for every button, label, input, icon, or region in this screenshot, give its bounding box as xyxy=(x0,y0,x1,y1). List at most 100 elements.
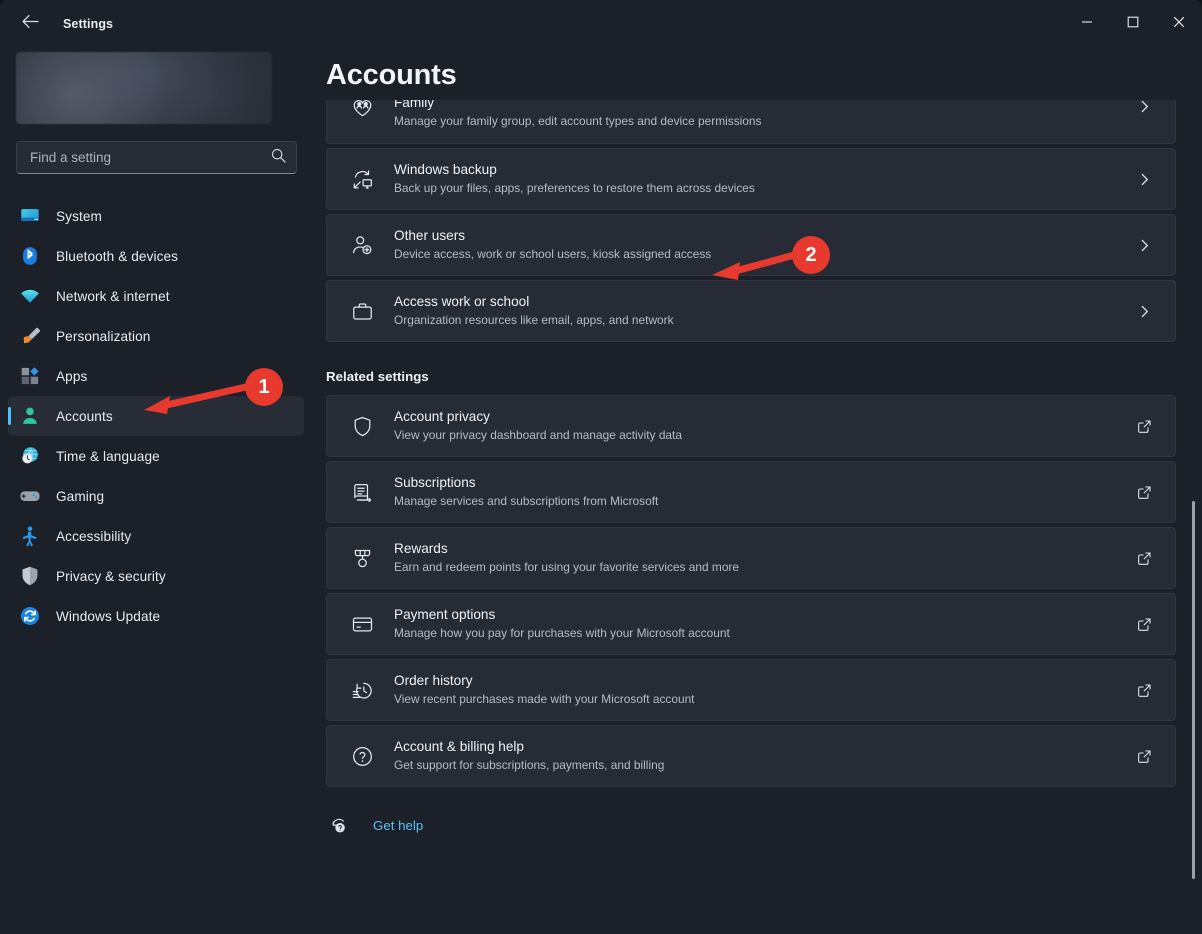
card-title: Other users xyxy=(394,228,466,243)
maximize-button[interactable] xyxy=(1110,0,1156,48)
user-profile-banner[interactable] xyxy=(16,52,272,124)
card-title: Order history xyxy=(394,673,473,688)
backup-icon xyxy=(347,168,377,191)
card-family[interactable]: Family Manage your family group, edit ac… xyxy=(326,100,1176,144)
person-icon xyxy=(18,404,42,428)
card-subtitle: Manage services and subscriptions from M… xyxy=(394,494,659,508)
card-title: Subscriptions xyxy=(394,475,476,490)
sidebar-item-label: Personalization xyxy=(56,328,151,344)
maximize-icon xyxy=(1127,15,1139,33)
sidebar-item-privacy-security[interactable]: Privacy & security xyxy=(8,556,304,596)
accessibility-icon xyxy=(18,524,42,548)
card-payment-options[interactable]: Payment options Manage how you pay for p… xyxy=(326,593,1176,655)
shield-icon xyxy=(18,564,42,588)
external-link-icon[interactable] xyxy=(1131,551,1157,566)
card-order-history[interactable]: Order history View recent purchases made… xyxy=(326,659,1176,721)
get-help-label: Get help xyxy=(373,818,424,833)
card-subtitle: Manage your family group, edit account t… xyxy=(394,114,762,128)
sidebar-item-apps[interactable]: Apps xyxy=(8,356,304,396)
card-windows-backup[interactable]: Windows backup Back up your files, apps,… xyxy=(326,148,1176,210)
apps-grid-icon xyxy=(18,364,42,388)
card-subtitle: View recent purchases made with your Mic… xyxy=(394,692,695,706)
wifi-icon xyxy=(18,284,42,308)
sidebar-item-bluetooth-devices[interactable]: Bluetooth & devices xyxy=(8,236,304,276)
card-subtitle: Device access, work or school users, kio… xyxy=(394,247,712,261)
card-title: Account & billing help xyxy=(394,739,524,754)
get-help-link[interactable]: Get help xyxy=(326,816,423,835)
sidebar: System Bluetooth & devices xyxy=(0,48,312,934)
card-access-work-or-school[interactable]: Access work or school Organization resou… xyxy=(326,280,1176,342)
chevron-right-icon[interactable] xyxy=(1131,100,1157,113)
medal-icon xyxy=(347,547,377,570)
bluetooth-icon xyxy=(18,244,42,268)
paintbrush-icon xyxy=(18,324,42,348)
sidebar-item-windows-update[interactable]: Windows Update xyxy=(8,596,304,636)
sidebar-item-gaming[interactable]: Gaming xyxy=(8,476,304,516)
close-button[interactable] xyxy=(1156,0,1202,48)
card-text: Order history View recent purchases made… xyxy=(394,672,1131,708)
sidebar-item-label: Accessibility xyxy=(56,528,132,544)
subscription-doc-icon xyxy=(347,481,377,504)
sidebar-item-label: Gaming xyxy=(56,488,105,504)
card-title: Family xyxy=(394,100,435,110)
external-link-icon[interactable] xyxy=(1131,419,1157,434)
card-title: Rewards xyxy=(394,541,448,556)
sidebar-item-accessibility[interactable]: Accessibility xyxy=(8,516,304,556)
card-rewards[interactable]: Rewards Earn and redeem points for using… xyxy=(326,527,1176,589)
card-other-users[interactable]: Other users Device access, work or schoo… xyxy=(326,214,1176,276)
window-controls xyxy=(1064,0,1202,48)
card-text: Windows backup Back up your files, apps,… xyxy=(394,161,1131,197)
globe-clock-icon xyxy=(18,444,42,468)
main-scrollbar[interactable] xyxy=(1188,103,1200,933)
card-subtitle: View your privacy dashboard and manage a… xyxy=(394,428,682,442)
sidebar-item-label: Apps xyxy=(56,368,88,384)
card-text: Payment options Manage how you pay for p… xyxy=(394,606,1131,642)
sidebar-item-label: Time & language xyxy=(56,448,160,464)
card-text: Other users Device access, work or schoo… xyxy=(394,227,1131,263)
sidebar-item-accounts[interactable]: Accounts xyxy=(8,396,304,436)
minimize-button[interactable] xyxy=(1064,0,1110,48)
briefcase-icon xyxy=(347,300,377,323)
monitor-icon xyxy=(18,204,42,228)
card-subtitle: Organization resources like email, apps,… xyxy=(394,313,674,327)
card-text: Access work or school Organization resou… xyxy=(394,293,1131,329)
card-account-billing-help[interactable]: Account & billing help Get support for s… xyxy=(326,725,1176,787)
card-text: Family Manage your family group, edit ac… xyxy=(394,100,1131,130)
card-account-privacy[interactable]: Account privacy View your privacy dashbo… xyxy=(326,395,1176,457)
shield-outline-icon xyxy=(347,415,377,438)
scrollbar-thumb[interactable] xyxy=(1192,501,1195,879)
chevron-right-icon[interactable] xyxy=(1131,173,1157,186)
external-link-icon[interactable] xyxy=(1131,683,1157,698)
search-container xyxy=(16,141,297,174)
gamepad-icon xyxy=(18,484,42,508)
card-text: Account privacy View your privacy dashbo… xyxy=(394,408,1131,444)
back-button[interactable] xyxy=(13,7,47,41)
card-title: Account privacy xyxy=(394,409,490,424)
search-icon[interactable] xyxy=(271,148,286,168)
card-title: Access work or school xyxy=(394,294,530,309)
minimize-icon xyxy=(1081,15,1093,33)
chevron-right-icon[interactable] xyxy=(1131,239,1157,252)
settings-window: Settings Find a setting System Bluetooth… xyxy=(0,0,1202,934)
sidebar-item-label: Network & internet xyxy=(56,288,170,304)
sidebar-item-label: System xyxy=(56,208,102,224)
sidebar-item-label: Accounts xyxy=(56,408,113,424)
sidebar-item-personalization[interactable]: Personalization xyxy=(8,316,304,356)
card-subscriptions[interactable]: Subscriptions Manage services and subscr… xyxy=(326,461,1176,523)
sidebar-item-system[interactable]: System xyxy=(8,196,304,236)
back-arrow-icon xyxy=(21,14,39,34)
external-link-icon[interactable] xyxy=(1131,485,1157,500)
search-input[interactable] xyxy=(30,150,271,165)
related-settings-heading: Related settings xyxy=(326,369,429,384)
sidebar-item-label: Windows Update xyxy=(56,608,161,624)
card-subtitle: Back up your files, apps, preferences to… xyxy=(394,181,755,195)
order-history-icon xyxy=(347,679,377,702)
external-link-icon[interactable] xyxy=(1131,617,1157,632)
sidebar-item-network-internet[interactable]: Network & internet xyxy=(8,276,304,316)
search-box[interactable] xyxy=(16,141,297,174)
chevron-right-icon[interactable] xyxy=(1131,305,1157,318)
credit-card-icon xyxy=(347,613,377,636)
card-title: Payment options xyxy=(394,607,496,622)
sidebar-item-time-language[interactable]: Time & language xyxy=(8,436,304,476)
external-link-icon[interactable] xyxy=(1131,749,1157,764)
